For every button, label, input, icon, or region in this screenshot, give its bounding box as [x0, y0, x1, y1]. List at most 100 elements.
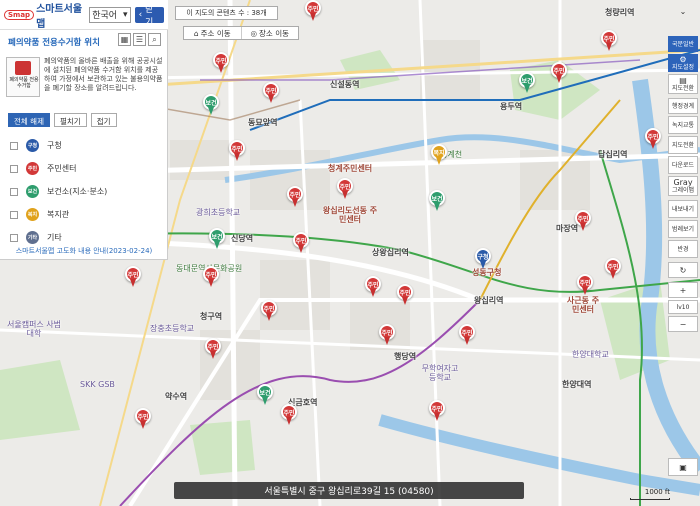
- marker-community-center[interactable]: 주민: [604, 258, 622, 280]
- zoom-level: lv10: [668, 300, 698, 314]
- right-toolbar: ⌄ 국문일반 ⚙ 지도설정 ▤ 지도전환 행정경계 녹지교통 지도전환 다운로드 G…: [666, 0, 700, 506]
- close-panel-button[interactable]: ‹ 닫기: [134, 5, 164, 28]
- address-move-label: 주소 이동: [200, 28, 231, 38]
- marker-community-center[interactable]: 주민: [304, 0, 322, 22]
- marker-community-center[interactable]: 주민: [280, 404, 298, 426]
- category-item-gu-office[interactable]: 구청 구청: [10, 134, 160, 157]
- tab-uncheck-all[interactable]: 전체 해제: [8, 113, 50, 127]
- marker-gu-office[interactable]: 구청: [474, 248, 492, 270]
- marker-community-center[interactable]: 주민: [600, 30, 618, 52]
- list-view-icon[interactable]: ☰: [133, 33, 146, 46]
- panel-title: 폐의약품 전용수거함 위치: [8, 38, 100, 48]
- home-icon: ⌂: [193, 28, 199, 38]
- label-muhak-girls-hs: 무학여자고등학교: [421, 364, 459, 382]
- map-settings-button[interactable]: ⚙ 지도설정: [668, 54, 698, 72]
- address-move-button[interactable]: ⌂ 주소 이동: [184, 27, 242, 39]
- marker-community-center[interactable]: 주민: [336, 178, 354, 200]
- update-notice-link[interactable]: 스마트서울맵 고도화 내용 안내(2023-02-24): [0, 246, 168, 256]
- grid-view-icon[interactable]: ▦: [118, 33, 131, 46]
- layers-icon: ▤: [679, 76, 687, 85]
- category-checkbox[interactable]: [10, 210, 18, 219]
- minimap-icon[interactable]: ▣: [668, 458, 698, 476]
- category-item-community-center[interactable]: 주민 주민센터: [10, 157, 160, 180]
- label-hanyang-univ: 한양대학교: [572, 350, 609, 359]
- marker-community-center[interactable]: 주민: [458, 324, 476, 346]
- tab-collapse[interactable]: 접기: [90, 113, 117, 127]
- map-switch-label: 지도전환: [671, 85, 695, 92]
- category-checkbox[interactable]: [10, 233, 18, 242]
- marker-community-center[interactable]: 주민: [378, 324, 396, 346]
- marker-community-center[interactable]: 주민: [644, 128, 662, 150]
- marker-community-center[interactable]: 주민: [124, 266, 142, 288]
- zoom-out-button[interactable]: −: [668, 316, 698, 332]
- language-value: 한국어: [92, 11, 118, 21]
- app-header: Smap 스마트서울맵 한국어 ▾ ‹ 닫기: [0, 0, 168, 30]
- category-item-welfare-center[interactable]: 복지 복지관: [10, 203, 160, 226]
- settings-icon: ⚙: [679, 55, 687, 64]
- category-label: 구청: [47, 141, 62, 150]
- marker-community-center[interactable]: 주민: [292, 232, 310, 254]
- tab-expand[interactable]: 펼치기: [53, 113, 87, 127]
- marker-community-center[interactable]: 주민: [134, 408, 152, 430]
- gray-map-label: 그레이맵: [671, 187, 695, 194]
- marker-community-center[interactable]: 주민: [364, 276, 382, 298]
- marker-community-center[interactable]: 주민: [550, 62, 568, 84]
- label-cheonggu: 청구역: [200, 312, 223, 321]
- minus-icon: −: [679, 319, 687, 329]
- marker-community-center[interactable]: 주민: [576, 274, 594, 296]
- category-item-health-center[interactable]: 보건 보건소(지소·분소): [10, 180, 160, 203]
- zoom-in-button[interactable]: +: [668, 282, 698, 298]
- map-switch-button[interactable]: ▤ 지도전환: [668, 74, 698, 94]
- gray-map-button[interactable]: Gray 그레이맵: [668, 176, 698, 196]
- language-select[interactable]: 한국어 ▾: [89, 6, 131, 23]
- search-icon[interactable]: ⌕: [148, 33, 161, 46]
- category-checkbox[interactable]: [10, 141, 18, 150]
- marker-community-center[interactable]: 주민: [260, 300, 278, 322]
- label-dapsimni: 답십리역: [598, 150, 628, 159]
- app-logo[interactable]: Smap 스마트서울맵: [4, 0, 85, 30]
- marker-health-center[interactable]: 보건: [518, 72, 536, 94]
- current-address: 서울특별시 중구 왕십리로39길 15 (04580): [174, 482, 524, 499]
- gu-office-icon: 구청: [26, 139, 39, 152]
- place-move-button[interactable]: ◎ 장소 이동: [242, 27, 299, 39]
- greenery-traffic-button[interactable]: 녹지교통: [668, 116, 698, 134]
- category-label: 복지관: [47, 210, 70, 219]
- marker-community-center[interactable]: 주민: [574, 210, 592, 232]
- category-label: 기타: [47, 233, 62, 242]
- map-settings-label: 지도설정: [671, 64, 695, 71]
- category-checkbox[interactable]: [10, 187, 18, 196]
- category-label: 주민센터: [47, 164, 77, 173]
- download-button[interactable]: 다운로드: [668, 156, 698, 174]
- marker-health-center[interactable]: 보건: [202, 94, 220, 116]
- marker-community-center[interactable]: 주민: [202, 266, 220, 288]
- marker-community-center[interactable]: 주민: [262, 82, 280, 104]
- admin-boundary-button[interactable]: 행정경계: [668, 98, 698, 114]
- radius-button[interactable]: 반경: [668, 240, 698, 258]
- category-list: 구청 구청 주민 주민센터 보건 보건소(지소·분소) 복지 복지관 기타 기타: [10, 134, 160, 249]
- collapse-toolbar-icon[interactable]: ⌄: [668, 4, 698, 18]
- welfare-center-icon: 복지: [26, 208, 39, 221]
- marker-community-center[interactable]: 주민: [228, 140, 246, 162]
- chevron-left-icon: ‹: [138, 9, 143, 20]
- category-label: 보건소(지소·분소): [47, 187, 108, 196]
- share-icon[interactable]: ↻: [668, 262, 698, 278]
- marker-welfare-center[interactable]: 복지: [430, 144, 448, 166]
- marker-health-center[interactable]: 보건: [208, 228, 226, 250]
- category-checkbox[interactable]: [10, 164, 18, 173]
- label-yaksu: 약수역: [165, 392, 188, 401]
- export-button[interactable]: 내보내기: [668, 200, 698, 218]
- marker-community-center[interactable]: 주민: [428, 400, 446, 422]
- marker-health-center[interactable]: 보건: [428, 190, 446, 212]
- marker-community-center[interactable]: 주민: [286, 186, 304, 208]
- marker-community-center[interactable]: 주민: [204, 338, 222, 360]
- marker-community-center[interactable]: 주민: [396, 284, 414, 306]
- marker-community-center[interactable]: 주민: [212, 52, 230, 74]
- legend-button[interactable]: 범례보기: [668, 220, 698, 238]
- marker-health-center[interactable]: 보건: [256, 384, 274, 406]
- gray-map-icon: Gray: [673, 178, 693, 187]
- move-bar: ⌂ 주소 이동 ◎ 장소 이동: [183, 26, 299, 40]
- map-type-korean-button[interactable]: 국문일반: [668, 36, 698, 52]
- label-sageun: 사근동 주민센터: [566, 296, 600, 314]
- map-switch-secondary-button[interactable]: 지도전환: [668, 136, 698, 154]
- theme-panel: 폐의약품 전용수거함 위치 ▦ ☰ ⌕ 폐의약품 전용수거함 폐의약품의 올바른…: [0, 30, 168, 260]
